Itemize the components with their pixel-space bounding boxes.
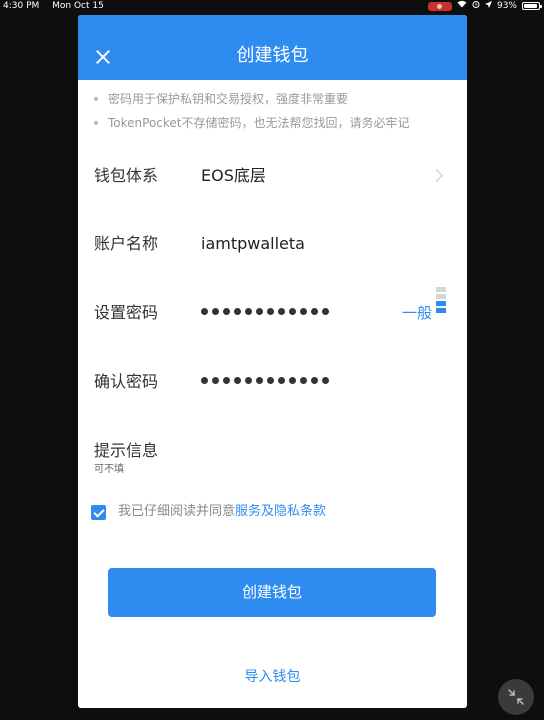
password-dot [267,308,274,315]
dialog-header: 创建钱包 [78,15,467,80]
password-dot [322,377,329,384]
password-dot [201,308,208,315]
confirm-password-input[interactable] [201,377,329,384]
confirm-password-row: 确认密码 [78,369,467,399]
password-input[interactable] [201,308,329,315]
password-dot [256,308,263,315]
account-name-input[interactable]: iamtpwalleta [201,231,305,257]
agreement: 我已仔细阅读并同意 服务及隐私条款 [91,503,326,521]
battery-icon [522,2,542,10]
password-dot [300,308,307,315]
account-name-row: 账户名称 iamtpwalleta [78,231,467,261]
password-tips: 密码用于保护私钥和交易授权，强度非常重要 TokenPocket不存储密码，也无… [78,80,467,131]
password-dot [322,308,329,315]
terms-link[interactable]: 服务及隐私条款 [235,503,326,521]
password-dot [311,377,318,384]
password-dot [267,377,274,384]
status-time: 4:30 PM [3,1,40,11]
status-date: Mon Oct 15 [52,1,104,11]
password-dot [311,308,318,315]
password-dot [212,308,219,315]
strength-bar [436,294,446,299]
password-dot [201,377,208,384]
tip-item: 密码用于保护私钥和交易授权，强度非常重要 [94,91,467,107]
location-icon [484,0,492,12]
password-dot [223,308,230,315]
strength-bar [436,308,446,313]
wallet-system-value: EOS底层 [201,166,266,185]
status-bar: 4:30 PM Mon Oct 15 93% [0,0,544,12]
password-dot [278,308,285,315]
password-dot [234,308,241,315]
wifi-icon [457,0,467,12]
password-dot [300,377,307,384]
password-dot [223,377,230,384]
status-left: 4:30 PM Mon Oct 15 [3,0,104,12]
password-dot [289,308,296,315]
password-dot [278,377,285,384]
strength-bar [436,301,446,306]
import-wallet-link[interactable]: 导入钱包 [78,668,467,686]
collapse-fab[interactable] [498,679,534,715]
password-strength-meter [436,287,446,315]
hint-sublabel: 可不填 [94,464,124,475]
create-wallet-dialog: 创建钱包 密码用于保护私钥和交易授权，强度非常重要 TokenPocket不存储… [78,15,467,708]
tip-item: TokenPocket不存储密码，也无法帮您找回，请务必牢记 [94,115,467,131]
status-right: 93% [427,0,542,12]
agree-text: 我已仔细阅读并同意 [118,504,236,519]
password-dot [245,377,252,384]
set-password-label: 设置密码 [94,303,159,322]
wallet-system-row[interactable]: 钱包体系 EOS底层 [78,163,467,193]
account-name-label: 账户名称 [94,234,159,253]
hint-label: 提示信息 [94,441,159,460]
strength-bar [436,287,446,292]
password-strength-label: 一般 [402,304,433,322]
password-dot [245,308,252,315]
password-dot [212,377,219,384]
password-dot [256,377,263,384]
wallet-system-label: 钱包体系 [94,166,159,185]
battery-percent: 93% [496,1,517,11]
set-password-row: 设置密码 一般 [78,287,467,330]
page-title: 创建钱包 [236,45,309,66]
collapse-icon [508,689,524,705]
screen-recording-icon [427,1,452,11]
hint-row[interactable]: 提示信息 可不填 [78,438,467,482]
agree-checkbox[interactable] [91,504,106,520]
alarm-icon [472,0,480,12]
password-dot [289,377,296,384]
chevron-right-icon [430,169,443,182]
confirm-password-label: 确认密码 [94,372,159,391]
create-wallet-button[interactable]: 创建钱包 [108,568,436,617]
password-dot [234,377,241,384]
